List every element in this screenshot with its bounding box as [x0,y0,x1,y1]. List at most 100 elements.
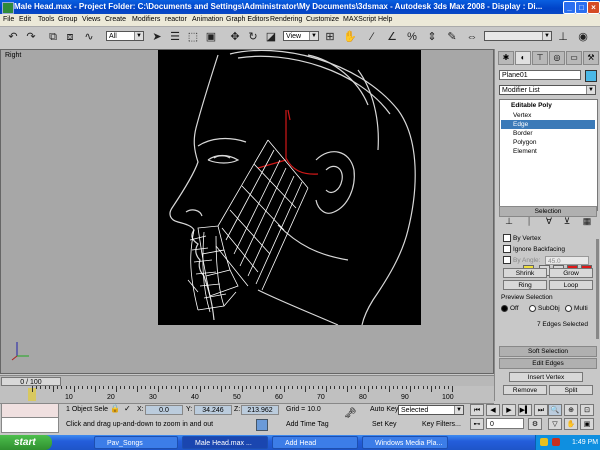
reference-image-plane[interactable] [158,50,421,325]
soft-selection-rollout-header[interactable]: Soft Selection [499,346,597,357]
tray-app-icon[interactable] [552,438,560,446]
goto-start-icon[interactable]: ⏮ [470,404,484,416]
angle-snap-icon[interactable]: ∠ [385,30,399,44]
ring-button[interactable]: Ring [503,280,547,290]
menu-reactor[interactable]: reactor [165,15,187,25]
pivot-center-icon[interactable]: ⊞ [323,30,337,44]
create-tab-icon[interactable]: ✱ [498,51,514,65]
previous-frame-icon[interactable]: ◀ [486,404,500,416]
loop-button[interactable]: Loop [549,280,593,290]
redo-icon[interactable]: ↷ [24,30,38,44]
unlink-icon[interactable]: ⧈ [63,30,77,44]
modify-tab-icon[interactable]: ◐ [515,51,531,65]
menu-modifiers[interactable]: Modifiers [132,15,160,25]
zoom-extents-icon[interactable]: ⊡ [580,404,594,416]
pan-icon[interactable]: ✋ [564,418,578,430]
preview-off-radio[interactable]: Off [501,304,519,313]
track-bar[interactable]: 10 20 30 40 50 60 70 80 90 100 [0,386,494,404]
motion-tab-icon[interactable]: ◎ [549,51,565,65]
spinner-snap-icon[interactable]: ⇕ [425,30,439,44]
auto-key-button[interactable]: Auto Key [370,406,398,413]
key-mode-icon[interactable]: ⊷ [470,418,484,430]
stack-item-border[interactable]: Border [501,129,595,138]
taskbar-item-add-head[interactable]: Add Head [272,436,358,449]
stack-item-edge[interactable]: Edge [501,120,595,129]
selection-filter-dropdown[interactable]: All ▼ [106,31,144,41]
hierarchy-tab-icon[interactable]: ⊤ [532,51,548,65]
x-coordinate-field[interactable]: 0.0 [145,405,183,415]
absolute-mode-icon[interactable]: ✓ [124,404,134,414]
play-icon[interactable]: ▶ [502,404,516,416]
app-icon[interactable] [2,2,14,14]
scale-icon[interactable]: ◪ [264,30,278,44]
select-object-icon[interactable]: ➤ [150,30,164,44]
object-color-swatch[interactable] [585,70,597,82]
menu-group[interactable]: Group [58,15,77,25]
reference-coordinate-dropdown[interactable]: View ▼ [283,31,319,41]
mirror-icon[interactable]: ⇔ [465,30,479,44]
named-selection-sets-dropdown[interactable]: ▼ [484,31,552,41]
rotate-icon[interactable]: ↻ [246,30,260,44]
z-coordinate-field[interactable]: 213.962 [241,405,279,415]
set-key-button[interactable]: Set Key [372,421,397,428]
taskbar-item-male-head[interactable]: Male Head.max ... [182,436,268,449]
undo-icon[interactable]: ↶ [6,30,20,44]
select-manipulate-icon[interactable]: ✋ [343,30,357,44]
rectangular-selection-icon[interactable]: ⬚ [186,30,200,44]
split-button[interactable]: Split [549,385,593,395]
preview-multi-radio[interactable]: Multi [565,304,588,313]
y-coordinate-field[interactable]: 34.246 [194,405,232,415]
menu-help[interactable]: Help [378,15,392,25]
start-button[interactable]: start [0,435,52,450]
remove-button[interactable]: Remove [503,385,547,395]
maxscript-listener-mini[interactable] [1,403,59,418]
close-button[interactable]: × [587,1,600,14]
ignore-backfacing-checkbox[interactable]: Ignore Backfacing [503,245,565,254]
bind-space-warp-icon[interactable]: ∿ [82,30,96,44]
maxscript-input-mini[interactable] [1,417,59,433]
align-icon[interactable]: ⊥ [556,30,570,44]
named-selection-icon[interactable]: ✎ [445,30,459,44]
zoom-icon[interactable]: 🔍 [548,404,562,416]
viewport-right[interactable]: Right [0,49,494,374]
select-by-name-icon[interactable]: ☰ [168,30,182,44]
move-icon[interactable]: ✥ [228,30,242,44]
time-configuration-icon[interactable]: ⚙ [528,418,542,430]
menu-maxscript[interactable]: MAXScript [343,15,376,25]
command-panel-scrollbar[interactable] [596,239,599,339]
key-filters-button[interactable]: Key Filters... [422,421,461,428]
next-frame-icon[interactable]: ▶▍ [518,404,532,416]
render-icon[interactable]: ◉ [576,30,590,44]
grow-button[interactable]: Grow [549,268,593,278]
object-name-field[interactable]: Plane01 [499,70,581,80]
key-icon[interactable]: 🗝 [344,408,360,420]
modifier-list-dropdown[interactable]: Modifier List ▼ [499,85,596,95]
insert-vertex-button[interactable]: Insert Vertex [509,372,583,382]
tray-app-icon[interactable] [540,438,548,446]
menu-edit[interactable]: Edit [19,15,31,25]
lock-selection-icon[interactable]: 🔒 [110,404,120,414]
stack-item-polygon[interactable]: Polygon [501,138,595,147]
taskbar-item-pav-songs[interactable]: Pav_Songs [94,436,178,449]
add-time-tag-button[interactable]: Add Time Tag [286,421,329,428]
menu-file[interactable]: File [3,15,14,25]
taskbar-item-windows-media-player[interactable]: Windows Media Pla... [362,436,448,449]
angle-spinner[interactable]: 45.0 [545,256,589,265]
menu-animation[interactable]: Animation [192,15,223,25]
auto-key-mode-dropdown[interactable]: Selected ▼ [398,405,464,415]
stack-item-vertex[interactable]: Vertex [501,111,595,120]
current-frame-field[interactable]: 0 [486,418,524,429]
by-angle-checkbox[interactable]: By Angle: [503,256,540,265]
utilities-tab-icon[interactable]: ⚒ [583,51,599,65]
goto-end-icon[interactable]: ⏭ [534,404,548,416]
display-tab-icon[interactable]: ▭ [566,51,582,65]
snaps-toggle-icon[interactable]: ∕ [365,30,379,44]
window-crossing-icon[interactable]: ▣ [204,30,218,44]
viewport-label[interactable]: Right [5,52,21,59]
stack-item-element[interactable]: Element [501,147,595,156]
edit-edges-rollout-header[interactable]: Edit Edges [499,358,597,369]
menu-customize[interactable]: Customize [306,15,339,25]
time-slider-thumb[interactable]: 0 / 100 [1,377,61,386]
stack-item-editable-poly[interactable]: Editable Poly [501,101,595,110]
shrink-button[interactable]: Shrink [503,268,547,278]
